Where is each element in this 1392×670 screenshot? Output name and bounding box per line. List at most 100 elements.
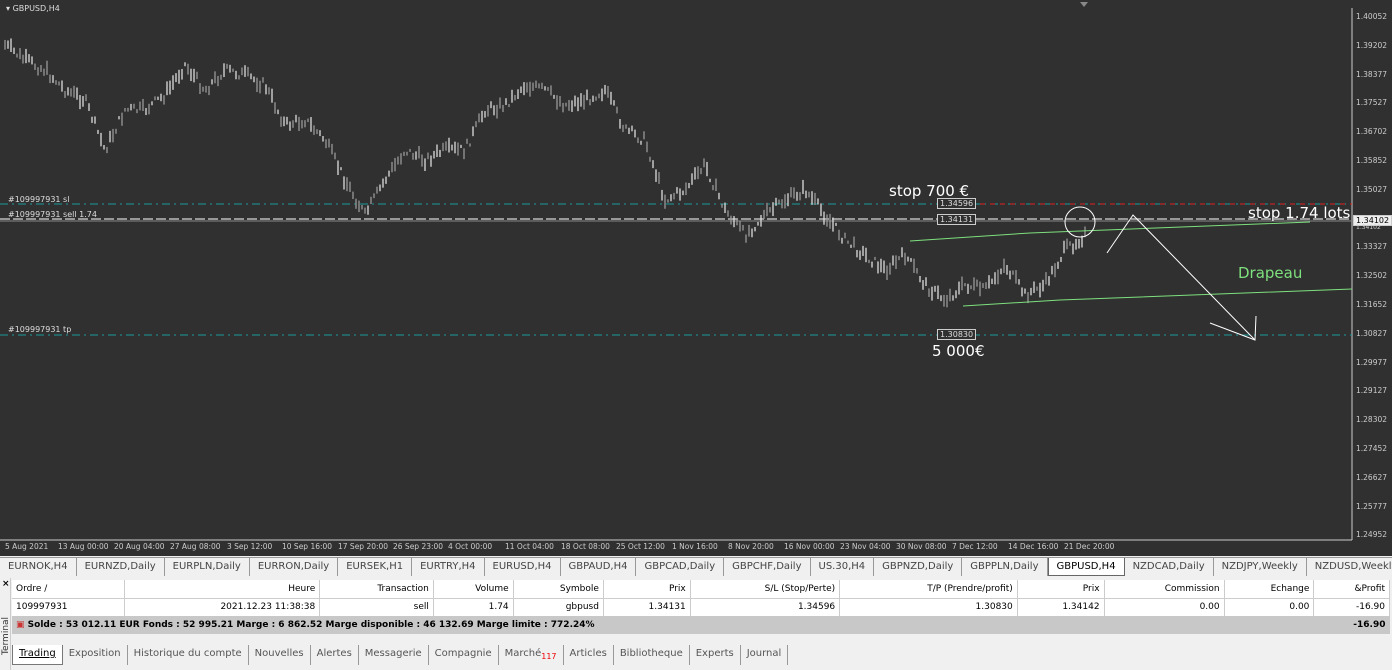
- chart-title: ▾ GBPUSD,H4: [6, 4, 60, 13]
- stop-lots-annotation: stop 1.74 lots: [1248, 204, 1351, 222]
- close-terminal-icon[interactable]: ×: [2, 579, 10, 589]
- time-tick: 17 Sep 20:00: [338, 542, 389, 551]
- symbol-tab[interactable]: EURUSD,H4: [485, 558, 561, 576]
- price-tick: 1.24952: [1356, 530, 1388, 540]
- time-tick: 7 Dec 12:00: [952, 542, 998, 551]
- time-tick: 8 Nov 20:00: [728, 542, 774, 551]
- terminal-tab[interactable]: Messagerie: [359, 645, 429, 665]
- column-header[interactable]: &Profit: [1313, 580, 1390, 599]
- price-tick: 1.25777: [1356, 501, 1388, 511]
- column-header[interactable]: Ordre /: [12, 580, 126, 599]
- terminal-tab-label: Experts: [695, 648, 734, 659]
- terminal-tabs: Trading Exposition Historique du compte Nou…: [12, 645, 789, 665]
- terminal-tab[interactable]: Journal: [741, 645, 789, 665]
- column-header[interactable]: Volume: [433, 580, 514, 599]
- time-tick: 21 Dec 20:00: [1064, 542, 1115, 551]
- price-tick: 1.38377: [1356, 69, 1388, 79]
- balance-row: ▣ Solde : 53 012.11 EUR Fonds : 52 995.2…: [12, 616, 1390, 634]
- price-tick: 1.39202: [1356, 40, 1388, 50]
- symbol-tab[interactable]: GBPAUD,H4: [561, 558, 637, 576]
- symbol-tab[interactable]: EURSEK,H1: [338, 558, 413, 576]
- price-tick: 1.35852: [1356, 156, 1388, 165]
- symbol-tab[interactable]: EURNZD,Daily: [77, 558, 165, 576]
- cell: 1.30830: [839, 598, 1018, 616]
- symbol-tab[interactable]: EURRON,Daily: [250, 558, 339, 576]
- total-profit: -16.90: [1313, 616, 1390, 634]
- target-annotation: 5 000€: [932, 342, 985, 360]
- column-header[interactable]: Prix: [603, 580, 691, 599]
- symbol-tab[interactable]: GBPUSD,H4: [1047, 558, 1125, 576]
- terminal-tab[interactable]: Historique du compte: [128, 645, 249, 665]
- terminal-tab[interactable]: Exposition: [63, 645, 128, 665]
- column-header[interactable]: Prix: [1017, 580, 1105, 599]
- terminal-tab[interactable]: Alertes: [311, 645, 359, 665]
- tp-label: #109997931 tp: [8, 325, 72, 334]
- symbol-tab[interactable]: NZDJPY,Weekly: [1214, 558, 1307, 576]
- symbol-tab[interactable]: EURNOK,H4: [0, 558, 77, 576]
- terminal-tab-label: Messagerie: [364, 648, 422, 659]
- price-tick: 1.36702: [1356, 127, 1388, 137]
- cell: 1.34596: [690, 598, 841, 616]
- time-tick: 4 Oct 00:00: [448, 542, 493, 551]
- entry-circle-marker[interactable]: [1064, 206, 1096, 238]
- table-header: Ordre / Heure Transaction Volume Symbole Prix…: [12, 580, 1390, 599]
- flag-annotation: Drapeau: [1238, 264, 1303, 282]
- symbol-tab[interactable]: GBPCHF,Daily: [724, 558, 811, 576]
- time-tick: 26 Sep 23:00: [393, 542, 444, 551]
- column-header[interactable]: Heure: [124, 580, 321, 599]
- terminal-tab[interactable]: Nouvelles: [249, 645, 311, 665]
- column-header[interactable]: S/L (Stop/Perte): [690, 580, 841, 599]
- terminal-tab[interactable]: Bibliotheque: [614, 645, 690, 665]
- symbol-tab[interactable]: GBPNZD,Daily: [874, 558, 963, 576]
- cell: 1.34142: [1017, 598, 1105, 616]
- price-tick: 1.34102: [1356, 224, 1381, 231]
- symbol-tab[interactable]: US.30,H4: [811, 558, 875, 576]
- symbol-tab[interactable]: GBPPLN,Daily: [962, 558, 1048, 576]
- price-tick: 1.35027: [1356, 184, 1388, 194]
- time-tick: 25 Oct 12:00: [616, 542, 665, 551]
- cell: 1.34131: [603, 598, 691, 616]
- terminal-tab-label: Alertes: [316, 648, 352, 659]
- column-header[interactable]: Symbole: [513, 580, 604, 599]
- time-tick: 11 Oct 04:00: [505, 542, 554, 551]
- time-tick: 1 Nov 16:00: [672, 542, 718, 551]
- terminal-tab[interactable]: Marché117: [499, 645, 564, 665]
- price-chart[interactable]: ▾ GBPUSD,H4 #109997931 sl #109997931 sel…: [0, 0, 1392, 556]
- price-tick: 1.40052: [1356, 12, 1388, 21]
- terminal-tab-label: Articles: [569, 648, 607, 659]
- trades-table: Ordre / Heure Transaction Volume Symbole Prix…: [12, 580, 1390, 634]
- symbol-tab[interactable]: EURTRY,H4: [412, 558, 485, 576]
- stop-eur-annotation: stop 700 €: [889, 182, 970, 200]
- column-header[interactable]: Echange: [1224, 580, 1315, 599]
- symbol-tab-bar: EURNOK,H4 EURNZD,Daily EURPLN,Daily EURRON,…: [0, 557, 1392, 577]
- projection-arrow[interactable]: [1106, 214, 1256, 341]
- time-tick: 14 Dec 16:00: [1008, 542, 1059, 551]
- sl-label: #109997931 sl: [8, 195, 70, 204]
- cell: 0.00: [1224, 598, 1315, 616]
- shift-marker-icon[interactable]: [1080, 2, 1088, 7]
- terminal-tab[interactable]: Compagnie: [429, 645, 499, 665]
- arrow-head-icon: [1209, 315, 1257, 341]
- time-tick: 16 Nov 00:00: [784, 542, 835, 551]
- terminal-tab-label: Marché: [504, 648, 542, 659]
- table-row[interactable]: 109997931 2021.12.23 11:38:38 sell 1.74 gbpu…: [12, 598, 1390, 616]
- symbol-tab[interactable]: GBPCAD,Daily: [636, 558, 725, 576]
- terminal-tab[interactable]: Trading: [12, 645, 63, 665]
- terminal-tab-label: Trading: [19, 648, 56, 659]
- terminal-side: × Terminal: [0, 578, 11, 670]
- column-header[interactable]: Commission: [1104, 580, 1225, 599]
- terminal-tab[interactable]: Experts: [690, 645, 741, 665]
- price-tick: 1.27452: [1356, 444, 1388, 453]
- symbol-tab[interactable]: NZDUSD,Weekly: [1307, 558, 1392, 576]
- column-header[interactable]: Transaction: [319, 580, 434, 599]
- cell: 109997931: [12, 598, 126, 616]
- terminal-tab[interactable]: Articles: [564, 645, 614, 665]
- price-tick: 1.31652: [1356, 300, 1388, 309]
- symbol-tab[interactable]: NZDCAD,Daily: [1125, 558, 1214, 576]
- balance-icon: ▣: [16, 620, 25, 630]
- terminal-tab-label: Exposition: [68, 648, 121, 659]
- symbol-tab[interactable]: EURPLN,Daily: [165, 558, 250, 576]
- time-tick: 18 Oct 08:00: [561, 542, 610, 551]
- market-badge: 117: [541, 652, 557, 661]
- column-header[interactable]: T/P (Prendre/profit): [839, 580, 1018, 599]
